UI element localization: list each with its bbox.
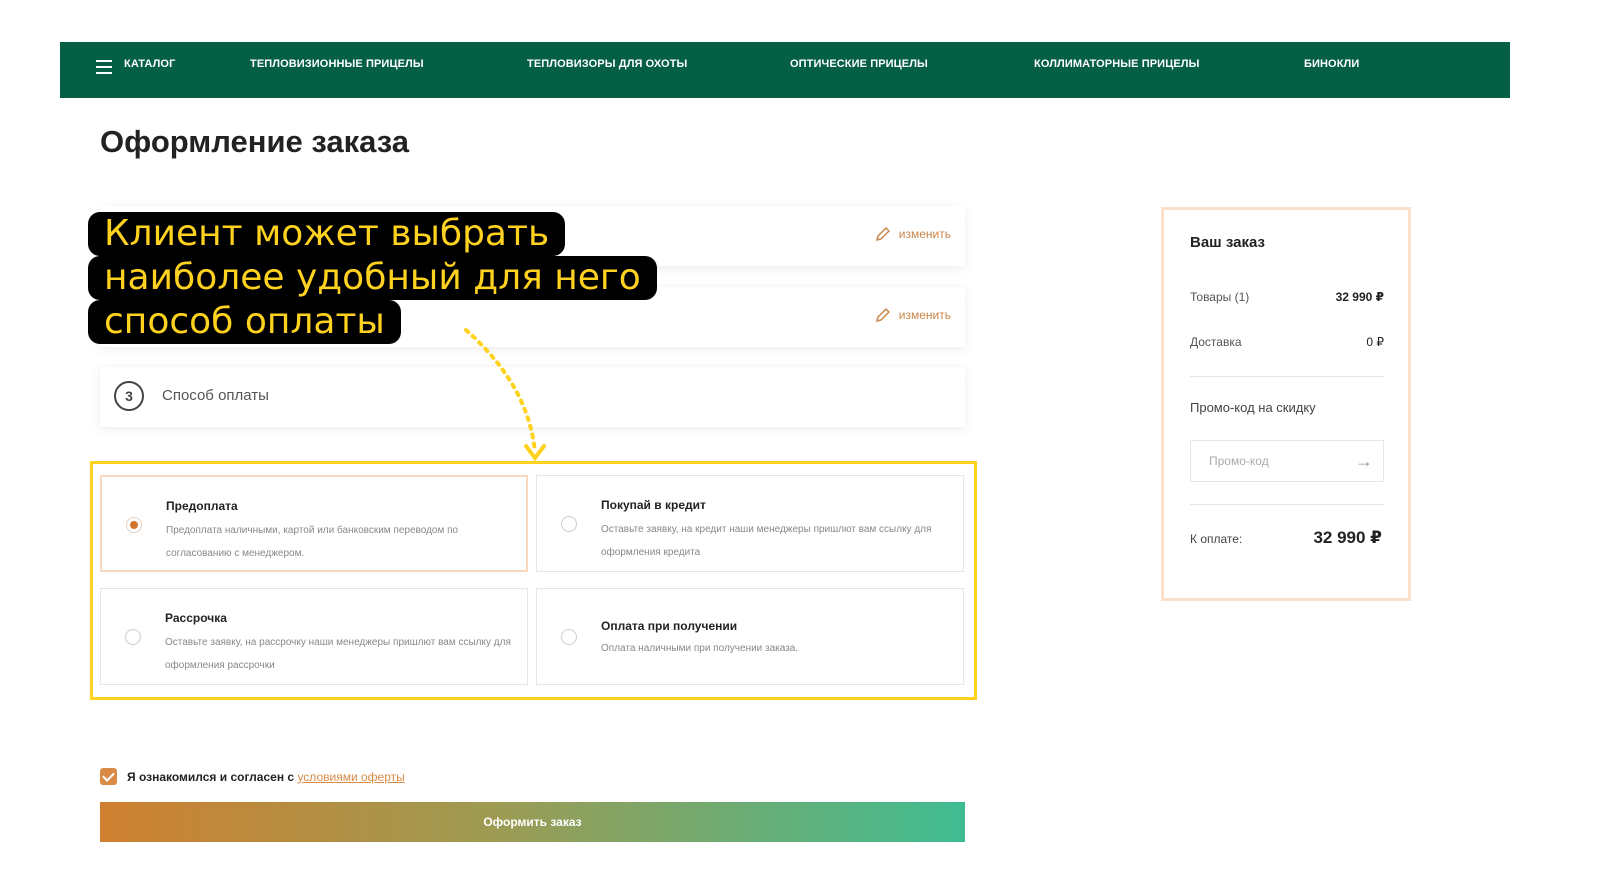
promo-placeholder: Промо-код (1209, 454, 1269, 468)
agree-text: Я ознакомился и согласен с условиями офе… (127, 769, 405, 784)
page-title: Оформление заказа (100, 124, 410, 159)
delivery-value: 0 ₽ (1366, 335, 1384, 349)
offer-terms-link[interactable]: условиями оферты (297, 770, 404, 784)
divider (1190, 376, 1384, 377)
radio-button[interactable] (125, 629, 141, 645)
pencil-icon (875, 226, 890, 242)
option-name: Предоплата (166, 499, 238, 513)
radio-button[interactable] (126, 517, 142, 533)
radio-button[interactable] (561, 516, 577, 532)
step-number: 3 (114, 381, 144, 411)
pencil-icon (875, 307, 890, 323)
callout-line-3: способ оплаты (88, 300, 401, 344)
nav-item-binoculars[interactable]: БИНОКЛИ (1304, 42, 1359, 98)
goods-value: 32 990 ₽ (1335, 290, 1384, 304)
divider (1190, 504, 1384, 505)
callout-line-1: Клиент может выбрать (88, 212, 566, 256)
payment-option-on-delivery[interactable]: Оплата при получении Оплата наличными пр… (536, 588, 964, 685)
nav-item-optical-scopes[interactable]: ОПТИЧЕСКИЕ ПРИЦЕЛЫ (790, 42, 928, 98)
option-name: Покупай в кредит (601, 498, 706, 512)
goods-label: Товары (1) (1190, 290, 1250, 304)
edit-step-2-link[interactable]: изменить (875, 307, 951, 323)
payment-option-credit[interactable]: Покупай в кредит Оставьте заявку, на кре… (536, 475, 964, 572)
summary-goods-row: Товары (1) 32 990 ₽ (1190, 290, 1384, 304)
nav-item-collimator-scopes[interactable]: КОЛЛИМАТОРНЫЕ ПРИЦЕЛЫ (1034, 42, 1199, 98)
edit-step-1-link[interactable]: изменить (875, 226, 951, 242)
payment-option-installment[interactable]: Рассрочка Оставьте заявку, на рассрочку … (100, 588, 528, 685)
summary-title: Ваш заказ (1190, 234, 1265, 251)
promo-label: Промо-код на скидку (1190, 400, 1316, 415)
nav-catalog[interactable]: КАТАЛОГ (124, 42, 175, 98)
summary-delivery-row: Доставка 0 ₽ (1190, 335, 1384, 349)
arrow-right-icon[interactable]: → (1355, 441, 1373, 481)
option-name: Рассрочка (165, 611, 227, 625)
radio-button[interactable] (561, 629, 577, 645)
option-description: Оставьте заявку, на кредит наши менеджер… (601, 524, 932, 558)
option-description: Оставьте заявку, на рассрочку наши менед… (165, 637, 511, 671)
option-description: Оплата наличными при получении заказа. (601, 643, 799, 654)
order-summary: Ваш заказ Товары (1) 32 990 ₽ Доставка 0… (1161, 207, 1411, 601)
top-nav: КАТАЛОГ ТЕПЛОВИЗИОННЫЕ ПРИЦЕЛЫ ТЕПЛОВИЗО… (60, 42, 1510, 98)
total-value: 32 990 ₽ (1313, 528, 1382, 547)
edit-label: изменить (898, 227, 951, 241)
menu-icon[interactable] (96, 60, 112, 74)
option-name: Оплата при получении (601, 619, 738, 633)
nav-item-thermal-imagers[interactable]: ТЕПЛОВИЗОРЫ ДЛЯ ОХОТЫ (527, 42, 687, 98)
callout-annotation: Клиент может выбрать наиболее удобный дл… (88, 212, 657, 344)
option-description: Предоплата наличными, картой или банковс… (166, 525, 459, 559)
callout-line-2: наиболее удобный для него (88, 256, 657, 300)
payment-option-prepay[interactable]: Предоплата Предоплата наличными, картой … (100, 475, 528, 572)
place-order-button[interactable]: Оформить заказ (100, 802, 965, 842)
delivery-label: Доставка (1190, 335, 1242, 349)
offer-agreement: Я ознакомился и согласен с условиями офе… (100, 768, 405, 785)
nav-item-thermal-scopes[interactable]: ТЕПЛОВИЗИОННЫЕ ПРИЦЕЛЫ (250, 42, 424, 98)
edit-label: изменить (898, 308, 951, 322)
step-card-3: 3 Способ оплаты (100, 367, 965, 427)
promo-code-input[interactable]: Промо-код → (1190, 440, 1384, 482)
agree-checkbox[interactable] (100, 768, 117, 785)
step-label: Способ оплаты (162, 387, 269, 404)
total-label: К оплате: (1190, 532, 1243, 546)
